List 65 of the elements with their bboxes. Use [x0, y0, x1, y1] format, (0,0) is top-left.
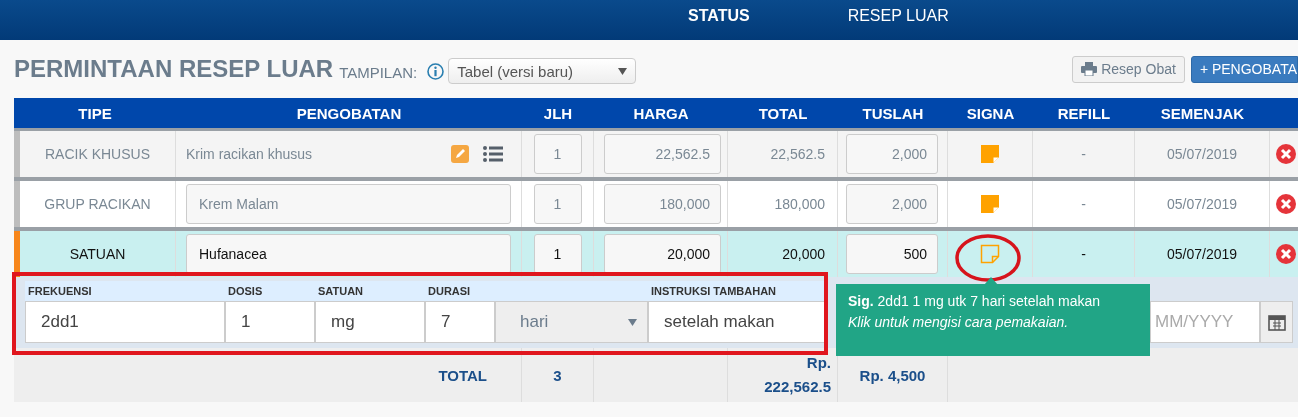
- page-title: PERMINTAAN RESEP LUAR: [14, 55, 334, 83]
- total-price: Rp. 222,562.5: [728, 348, 838, 402]
- price-field[interactable]: 180,000: [604, 184, 721, 224]
- calendar-icon[interactable]: [1260, 301, 1293, 343]
- total-quantity: 3: [522, 348, 594, 402]
- refill-cell: -: [1033, 231, 1135, 277]
- refill-cell: -: [1033, 131, 1135, 177]
- signa-field[interactable]: mg: [315, 301, 425, 343]
- list-icon[interactable]: [483, 146, 503, 162]
- column-header: REFILL: [1033, 98, 1135, 128]
- printer-icon: [1081, 62, 1098, 76]
- print-button[interactable]: Resep Obat: [1072, 55, 1185, 83]
- highlight-ellipse: [954, 233, 1022, 283]
- since-cell: 05/07/2019: [1135, 181, 1270, 227]
- field-label: SATUAN: [315, 281, 425, 301]
- column-header: HARGA: [594, 98, 728, 128]
- tooltip-text: Sig. 2dd1 1 mg utk 7 hari setelah makan: [848, 293, 1101, 309]
- total-cell: 22,562.5: [728, 131, 838, 177]
- column-header: JLH: [522, 98, 594, 128]
- date-field[interactable]: MM/YYYY: [1150, 301, 1260, 343]
- quantity-field[interactable]: 1: [533, 184, 582, 224]
- price-field[interactable]: 22,562.5: [604, 134, 721, 174]
- column-header: TUSLAH: [838, 98, 948, 128]
- column-header: SIGNA: [948, 98, 1033, 128]
- type-cell: RACIK KHUSUS: [20, 131, 176, 177]
- tooltip-hint: Klik untuk mengisi cara pemakaian.: [848, 313, 1070, 332]
- tuslah-field[interactable]: 2,000: [846, 184, 938, 224]
- info-icon[interactable]: [427, 63, 445, 80]
- column-header: TIPE: [14, 98, 176, 128]
- medication-name: Krim racikan khusus: [186, 146, 314, 162]
- refill-cell: -: [1033, 181, 1135, 227]
- delete-icon[interactable]: [1276, 144, 1296, 164]
- delete-icon[interactable]: [1276, 194, 1296, 214]
- total-cell: 180,000: [728, 181, 838, 227]
- signa-field[interactable]: 1: [225, 301, 315, 343]
- header-label: RESEP LUAR: [847, 6, 949, 25]
- add-medication-button[interactable]: + PENGOBATA: [1190, 55, 1298, 83]
- total-cell: 20,000: [728, 231, 838, 277]
- quantity-field[interactable]: 1: [533, 134, 582, 174]
- view-select[interactable]: Tabel (versi baru): [448, 58, 637, 84]
- header-label: STATUS: [688, 6, 750, 25]
- field-label: DOSIS: [225, 281, 315, 301]
- caret-icon: [618, 67, 628, 75]
- field-label: DURASI: [425, 281, 648, 301]
- quantity-field[interactable]: 1: [533, 234, 582, 274]
- tuslah-field[interactable]: 500: [846, 234, 938, 274]
- type-cell: SATUAN: [20, 231, 176, 277]
- since-cell: 05/07/2019: [1135, 231, 1270, 277]
- tuslah-field[interactable]: 2,000: [846, 134, 938, 174]
- column-header: TOTAL: [728, 98, 838, 128]
- field-label: FREKUENSI: [25, 281, 225, 301]
- unit-select[interactable]: hari: [495, 301, 648, 343]
- signa-field[interactable]: 2dd1: [25, 301, 225, 343]
- type-cell: GRUP RACIKAN: [20, 181, 176, 227]
- price-field[interactable]: 20,000: [604, 234, 721, 274]
- medication-field[interactable]: Krem Malam: [186, 184, 511, 224]
- column-header: PENGOBATAN: [176, 98, 522, 128]
- column-header: SEMENJAK: [1135, 98, 1270, 128]
- delete-icon[interactable]: [1276, 244, 1296, 264]
- view-label: TAMPILAN:: [339, 63, 418, 81]
- since-cell: 05/07/2019: [1135, 131, 1270, 177]
- signa-field[interactable]: 7: [425, 301, 495, 343]
- medication-field[interactable]: Hufanacea: [186, 234, 511, 274]
- total-label: TOTAL: [14, 348, 522, 402]
- caret-icon: [628, 318, 637, 326]
